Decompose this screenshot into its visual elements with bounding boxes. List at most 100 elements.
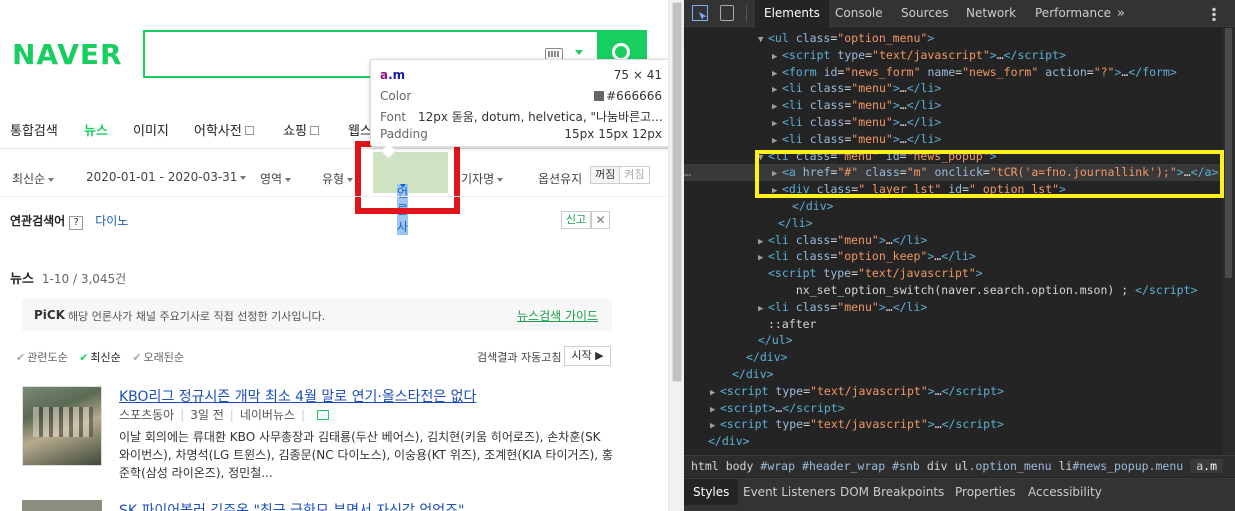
tab-event-listeners[interactable]: Event Listeners xyxy=(734,479,845,505)
dom-node-markup: <li class="menu">…</li> xyxy=(782,81,942,96)
chevron-down-icon xyxy=(285,178,292,182)
dom-node[interactable]: nx_set_option_switch(naver.search.option… xyxy=(684,282,1221,299)
sort-dropdown[interactable]: 최신순 xyxy=(12,170,55,187)
area-dropdown[interactable]: 영역 xyxy=(260,170,292,187)
reporter-label: 기자명 xyxy=(461,172,495,186)
dom-node-markup: <ul class="option_menu"> xyxy=(768,31,935,45)
tooltip-font-row: Font 12px 돋움, dotum, helvetica, "나눔바른고..… xyxy=(380,108,662,125)
auto-refresh-start-button[interactable]: 시작 ▶ xyxy=(564,346,611,366)
breadcrumb-tag: body xyxy=(725,459,754,473)
sort-relevance[interactable]: ✔ 관련도순 xyxy=(16,351,68,364)
chevron-down-icon xyxy=(240,176,247,180)
tab-news[interactable]: 뉴스 xyxy=(84,120,108,139)
breadcrumb-selector: #header_wrap xyxy=(802,459,886,473)
dom-node[interactable]: ▶ <li class="option_keep">…</li> xyxy=(684,248,1221,265)
breadcrumb-item[interactable]: li#news_popup.menu xyxy=(1059,459,1184,473)
sort-oldest[interactable]: ✔ 오래된순 xyxy=(132,351,184,364)
tab-label: 통합검색 xyxy=(10,124,58,139)
tab-images[interactable]: 이미지 xyxy=(133,120,169,139)
divider xyxy=(746,5,747,22)
dom-node-markup: nx_set_option_switch(naver.search.option… xyxy=(782,283,1198,297)
tab-sources[interactable]: Sources xyxy=(892,0,957,27)
dom-node-markup: <li class="menu">…</li> xyxy=(782,131,942,146)
tab-network[interactable]: Network xyxy=(957,0,1025,27)
breadcrumb-item[interactable]: div xyxy=(927,459,948,473)
help-icon[interactable]: ? xyxy=(69,216,84,230)
breadcrumb-item[interactable]: a.m xyxy=(1190,459,1223,473)
naver-logo[interactable]: NAVER xyxy=(12,38,123,71)
article-title-link[interactable]: SK 파이어볼러 김주온 "최근 급한모 부면서 자신감 얻었죠" xyxy=(119,500,464,511)
tab-elements[interactable]: Elements xyxy=(755,0,829,27)
dom-node[interactable]: ▶ <li class="menu">…</li> xyxy=(684,232,1221,249)
dom-node[interactable]: </li> xyxy=(684,215,1221,232)
dom-node[interactable]: ▶ <script type="text/javascript">…</scrip… xyxy=(684,47,1221,64)
dom-node[interactable]: </div> xyxy=(684,433,1221,450)
tab-properties[interactable]: Properties xyxy=(946,479,1025,505)
dom-node[interactable]: <script type="text/javascript"> xyxy=(684,265,1221,282)
breadcrumb-item[interactable]: #wrap xyxy=(760,459,795,473)
devtools-panel: Elements Console Sources Network Perform… xyxy=(684,0,1235,511)
toggle-on-option[interactable]: 켜짐 xyxy=(620,167,648,183)
type-dropdown[interactable]: 유형 xyxy=(322,170,354,187)
close-icon[interactable]: ✕ xyxy=(591,211,610,229)
highlight-annotation-box xyxy=(355,141,460,214)
dom-node[interactable]: </div> xyxy=(684,366,1221,383)
reporter-dropdown[interactable]: 기자명 xyxy=(461,170,504,187)
breadcrumb-item[interactable]: #header_wrap xyxy=(802,459,885,473)
date-range-dropdown[interactable]: 2020-01-01 - 2020-03-31 xyxy=(86,170,247,184)
more-options-icon[interactable]: … xyxy=(684,164,691,181)
dom-node[interactable]: </ul> xyxy=(684,332,1221,349)
naver-news-link[interactable]: 네이버뉴스 xyxy=(240,408,295,422)
tab-console[interactable]: Console xyxy=(826,0,892,27)
tab-dom-breakpoints[interactable]: DOM Breakpoints xyxy=(831,479,953,505)
report-button[interactable]: 신고 xyxy=(561,211,591,229)
dom-node[interactable]: </div> xyxy=(684,349,1221,366)
dom-node[interactable]: ▶ <li class="menu">…</li> xyxy=(684,80,1221,97)
option-keep-label: 옵션유지 xyxy=(538,172,583,186)
dom-tree[interactable]: ▼ <ul class="option_menu"> ▶ <script type="… xyxy=(684,28,1221,455)
dom-node[interactable]: ▶ <script type="text/javascript">…</scrip… xyxy=(684,416,1221,433)
article-thumbnail[interactable] xyxy=(22,500,102,511)
inspect-element-icon[interactable] xyxy=(692,5,708,21)
dom-node[interactable]: </div> xyxy=(684,198,1221,215)
tab-integrated[interactable]: 통합검색 xyxy=(10,120,58,139)
breadcrumb-item[interactable]: ul.option_menu xyxy=(955,459,1052,473)
tab-styles[interactable]: Styles xyxy=(684,479,739,505)
kebab-menu-icon[interactable] xyxy=(1212,7,1216,21)
dom-node[interactable]: ▶ <form id="news_form" name="news_form" a… xyxy=(684,64,1221,81)
pick-text: 해당 언론사가 채널 주요기사로 직접 선정한 기사입니다. xyxy=(68,310,326,323)
dom-node[interactable]: ▶ <script>…</script> xyxy=(684,400,1221,417)
tab-shopping[interactable]: 쇼핑 xyxy=(283,120,319,139)
breadcrumb-item[interactable]: #snb xyxy=(892,459,920,473)
more-tabs-icon[interactable]: » xyxy=(1117,0,1125,27)
tab-performance[interactable]: Performance xyxy=(1026,0,1120,27)
dom-node[interactable]: ▼ <ul class="option_menu"> xyxy=(684,30,1221,47)
dom-node[interactable]: ::after xyxy=(684,316,1221,333)
breadcrumb-item[interactable]: body xyxy=(726,459,754,473)
tab-dictionary[interactable]: 어학사전 xyxy=(194,120,254,139)
sort-latest[interactable]: ✔ 최신순 xyxy=(79,351,121,364)
tab-web[interactable]: 웹스 xyxy=(348,120,372,139)
share-icon[interactable] xyxy=(317,410,330,420)
article-thumbnail[interactable] xyxy=(22,386,102,466)
dom-node-markup: <li class="menu">…</li> xyxy=(782,98,942,113)
dom-scrollbar[interactable] xyxy=(1222,28,1235,455)
dom-node[interactable]: ▶ <li class="menu">…</li> xyxy=(684,131,1221,148)
tab-accessibility[interactable]: Accessibility xyxy=(1019,479,1111,505)
option-keep-toggle[interactable]: 꺼짐 켜짐 xyxy=(590,166,650,184)
device-toolbar-icon[interactable] xyxy=(720,5,734,21)
dom-node[interactable]: ▶ <li class="menu">…</li> xyxy=(684,97,1221,114)
article-press[interactable]: 스포츠동아 xyxy=(119,408,174,422)
scrollbar-thumb[interactable] xyxy=(672,2,743,382)
news-guide-link[interactable]: 뉴스검색 가이드 xyxy=(517,307,598,324)
article-title-link[interactable]: KBO리그 정규시즌 개막 최소 4월 말로 연기·올스타전은 없다 xyxy=(119,386,476,406)
page-scrollbar[interactable] xyxy=(668,0,743,511)
autocomplete-toggle-icon[interactable] xyxy=(575,50,583,55)
related-keyword[interactable]: 다이노 xyxy=(95,214,128,228)
dom-node[interactable]: ▶ <li class="menu">…</li> xyxy=(684,299,1221,316)
dom-node[interactable]: ▶ <li class="menu">…</li> xyxy=(684,114,1221,131)
dom-node[interactable]: ▶ <script type="text/javascript">…</scrip… xyxy=(684,383,1221,400)
toggle-off-option[interactable]: 꺼짐 xyxy=(591,167,621,183)
breadcrumb-item[interactable]: html xyxy=(691,459,719,473)
scrollbar-thumb[interactable] xyxy=(1225,28,1232,278)
